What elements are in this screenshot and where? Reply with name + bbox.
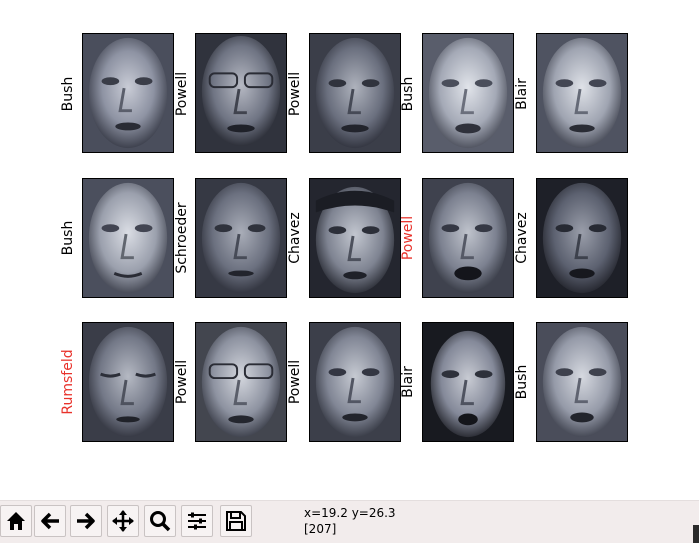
pixel-value: [207] [304,522,337,536]
face-label: Powell [287,359,303,405]
zoom-icon [150,511,171,532]
face-image [82,33,174,153]
home-icon [7,512,25,530]
cursor-coordinates: x=19.2 y=26.3 [304,506,396,520]
face-image [536,33,628,153]
face-image [309,178,401,298]
face-label: Powell [287,71,303,117]
back-arrow-icon [41,512,59,530]
face-image [536,322,628,442]
face-label: Rumsfeld [60,349,76,415]
face-image [422,33,514,153]
face-image [195,33,287,153]
forward-arrow-icon [77,512,95,530]
face-label: Bush [60,220,76,256]
face-label: Bush [514,364,530,400]
face-label: Chavez [514,212,530,264]
face-label: Blair [400,366,416,398]
face-image [309,33,401,153]
cursor-readout: x=19.2 y=26.3 [207] [304,505,396,537]
face-label: Powell [174,71,190,117]
face-image [82,178,174,298]
configure-subplots-icon [188,512,206,530]
home-button[interactable] [0,505,32,537]
face-label: Schroeder [174,202,190,274]
face-image [82,322,174,442]
face-label: Powell [174,359,190,405]
face-image [422,322,514,442]
face-image [309,322,401,442]
forward-button[interactable] [70,505,102,537]
face-label: Blair [514,78,530,110]
pan-icon [112,510,134,532]
face-image [422,178,514,298]
pan-button[interactable] [107,505,139,537]
configure-subplots-button[interactable] [181,505,213,537]
figure-canvas[interactable]: Bush Powell Powell Bush Blair Bush Schro… [0,0,699,500]
face-image [195,322,287,442]
face-image [195,178,287,298]
back-button[interactable] [34,505,66,537]
face-label: Powell [400,215,416,261]
face-label: Bush [400,76,416,112]
face-image [536,178,628,298]
save-icon [226,511,246,531]
face-label: Bush [60,76,76,112]
window-corner [693,525,699,543]
zoom-button[interactable] [144,505,176,537]
face-label: Chavez [287,212,303,264]
save-button[interactable] [220,505,252,537]
